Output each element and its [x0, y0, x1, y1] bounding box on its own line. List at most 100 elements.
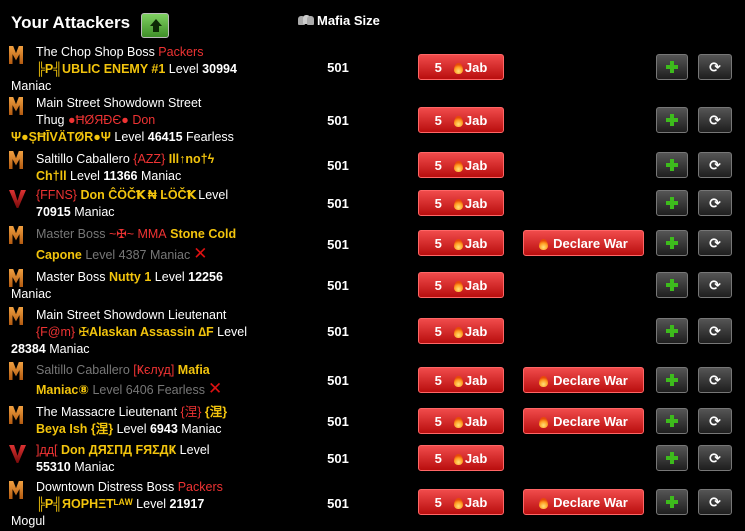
refresh-button[interactable]: ⟳ [698, 318, 732, 344]
mafia-icon [298, 15, 314, 26]
refresh-icon: ⟳ [709, 493, 721, 510]
attacker-row: The Chop Shop Boss Packers ╠P╣UBLIC ENEM… [0, 44, 745, 93]
family-tag-link[interactable]: {AZZ} [133, 152, 165, 166]
jab-button[interactable]: 5 Jab [418, 107, 504, 133]
dead-x-icon: ✕ [208, 379, 223, 398]
add-to-mafia-button[interactable] [656, 54, 688, 80]
flame-icon [453, 62, 463, 74]
flame-icon [453, 453, 463, 465]
refresh-icon: ⟳ [709, 412, 721, 429]
declare-war-button[interactable]: Declare War [523, 408, 644, 434]
attacker-info: The Chop Shop Boss Packers ╠P╣UBLIC ENEM… [11, 45, 237, 93]
declare-war-button[interactable]: Declare War [523, 230, 644, 256]
attacker-info: Master Boss Nutty 1 Level 12256 Maniac [11, 270, 223, 301]
attacker-info: Saltillo Caballero {AZZ} Ill↑no†ϟ Ch†ll … [36, 152, 215, 183]
attacker-info: Master Boss ~✠~ MMA Stone Cold Capone Le… [36, 227, 237, 263]
attacker-info: Main Street Showdown Lieutenant {F@m} ✠A… [11, 308, 248, 356]
add-to-mafia-button[interactable] [656, 489, 688, 515]
add-to-mafia-button[interactable] [656, 445, 688, 471]
attacker-row: Saltillo Caballero [Ҝєлуд] Mafia Maniac⑧… [0, 362, 745, 402]
refresh-button[interactable]: ⟳ [698, 408, 732, 434]
jab-button[interactable]: 5 Jab [418, 367, 504, 393]
attacker-row: Main Street Showdown Lieutenant {F@m} ✠A… [0, 307, 745, 360]
attacker-name-link[interactable]: Ill↑no†ϟ [165, 152, 215, 166]
mafia-size-value: 501 [327, 278, 349, 293]
jab-button[interactable]: 5 Jab [418, 318, 504, 344]
jab-button[interactable]: 5 Jab [418, 54, 504, 80]
family-tag-link[interactable]: {FFNS} [36, 188, 77, 202]
refresh-button[interactable]: ⟳ [698, 489, 732, 515]
family-tag-link[interactable]: Packers [158, 45, 203, 59]
attacker-name-link[interactable]: Mafia [174, 363, 210, 377]
family-tag-link[interactable]: [Ҝєлуд] [133, 363, 174, 377]
attacker-row: ]дд[ Don ДЯΣПД FЯΣДҜ Level 55310 Maniac … [0, 442, 745, 478]
jab-button[interactable]: 5 Jab [418, 152, 504, 178]
refresh-icon: ⟳ [709, 371, 721, 388]
attacker-name-link[interactable]: Don ДЯΣПД FЯΣДҜ [58, 443, 176, 457]
add-to-mafia-button[interactable] [656, 230, 688, 256]
refresh-button[interactable]: ⟳ [698, 445, 732, 471]
refresh-button[interactable]: ⟳ [698, 230, 732, 256]
refresh-button[interactable]: ⟳ [698, 367, 732, 393]
attackers-header: Your Attackers Mafia Size [0, 0, 745, 44]
add-to-mafia-button[interactable] [656, 107, 688, 133]
flame-icon [453, 238, 463, 250]
add-to-mafia-button[interactable] [656, 408, 688, 434]
flame-icon [539, 238, 549, 250]
mafia-size-value: 501 [327, 237, 349, 252]
sort-toggle-button[interactable] [141, 13, 169, 38]
attacker-name-link[interactable]: Nutty 1 [109, 270, 151, 284]
attacker-name-link[interactable]: Stone Cold [167, 227, 236, 241]
mafia-size-value: 501 [327, 196, 349, 211]
mafia-size-value: 501 [327, 158, 349, 173]
flame-icon [453, 326, 463, 338]
flame-icon [453, 375, 463, 387]
attacker-name-link[interactable]: ╠P╣ЯOPHΞTᴸᴬᵂ [36, 497, 133, 511]
add-to-mafia-button[interactable] [656, 190, 688, 216]
refresh-button[interactable]: ⟳ [698, 152, 732, 178]
attacker-name-link[interactable]: Ψ●ȘĦĪVÄTØR●Ψ [11, 130, 111, 144]
mafia-size-value: 501 [327, 414, 349, 429]
attacker-info: Downtown Distress Boss Packers ╠P╣ЯOPHΞT… [11, 480, 223, 528]
family-tag-link[interactable]: {F@m} [36, 325, 75, 339]
declare-war-button[interactable]: Declare War [523, 367, 644, 393]
flame-icon [453, 115, 463, 127]
jab-button[interactable]: 5 Jab [418, 445, 504, 471]
refresh-icon: ⟳ [709, 194, 721, 211]
refresh-button[interactable]: ⟳ [698, 107, 732, 133]
attacker-name-link[interactable]: Don ĈÖČꝀ ₦ ĿÖČꝀ [77, 188, 194, 202]
flame-icon [453, 416, 463, 428]
family-tag-link[interactable]: ●ĦØЯĐЄ● Don [68, 113, 155, 127]
refresh-icon: ⟳ [709, 234, 721, 251]
mafia-size-value: 501 [327, 451, 349, 466]
jab-button[interactable]: 5 Jab [418, 408, 504, 434]
family-tag-link[interactable]: ~✠~ MMA [109, 227, 167, 241]
add-to-mafia-button[interactable] [656, 272, 688, 298]
refresh-button[interactable]: ⟳ [698, 272, 732, 298]
add-to-mafia-button[interactable] [656, 367, 688, 393]
refresh-icon: ⟳ [709, 156, 721, 173]
attacker-row: The Massacre Lieutenant {涅} {涅} Beya Ish… [0, 404, 745, 440]
attacker-name-link[interactable]: ╠P╣UBLIC ENEMY #1 [36, 62, 165, 76]
attacker-name-link[interactable]: Beya Ish {涅} [36, 422, 113, 436]
refresh-button[interactable]: ⟳ [698, 190, 732, 216]
add-to-mafia-button[interactable] [656, 152, 688, 178]
family-tag-link[interactable]: {涅} [181, 405, 202, 419]
mafia-size-value: 501 [327, 113, 349, 128]
jab-button[interactable]: 5 Jab [418, 230, 504, 256]
attacker-name-link[interactable]: ✠Alaskan Assassin ∆F [75, 325, 214, 339]
family-tag-link[interactable]: ]дд[ [36, 443, 58, 457]
jab-button[interactable]: 5 Jab [418, 272, 504, 298]
jab-button[interactable]: 5 Jab [418, 190, 504, 216]
mafia-size-value: 501 [327, 373, 349, 388]
flame-icon [453, 198, 463, 210]
family-tag-link[interactable]: Packers [178, 480, 223, 494]
declare-war-button[interactable]: Declare War [523, 489, 644, 515]
add-to-mafia-button[interactable] [656, 318, 688, 344]
page-title: Your Attackers [11, 13, 131, 32]
flame-icon [453, 497, 463, 509]
refresh-button[interactable]: ⟳ [698, 54, 732, 80]
jab-button[interactable]: 5 Jab [418, 489, 504, 515]
attacker-info: Main Street Showdown Street Thug ●ĦØЯĐЄ●… [11, 96, 234, 144]
refresh-icon: ⟳ [709, 111, 721, 128]
